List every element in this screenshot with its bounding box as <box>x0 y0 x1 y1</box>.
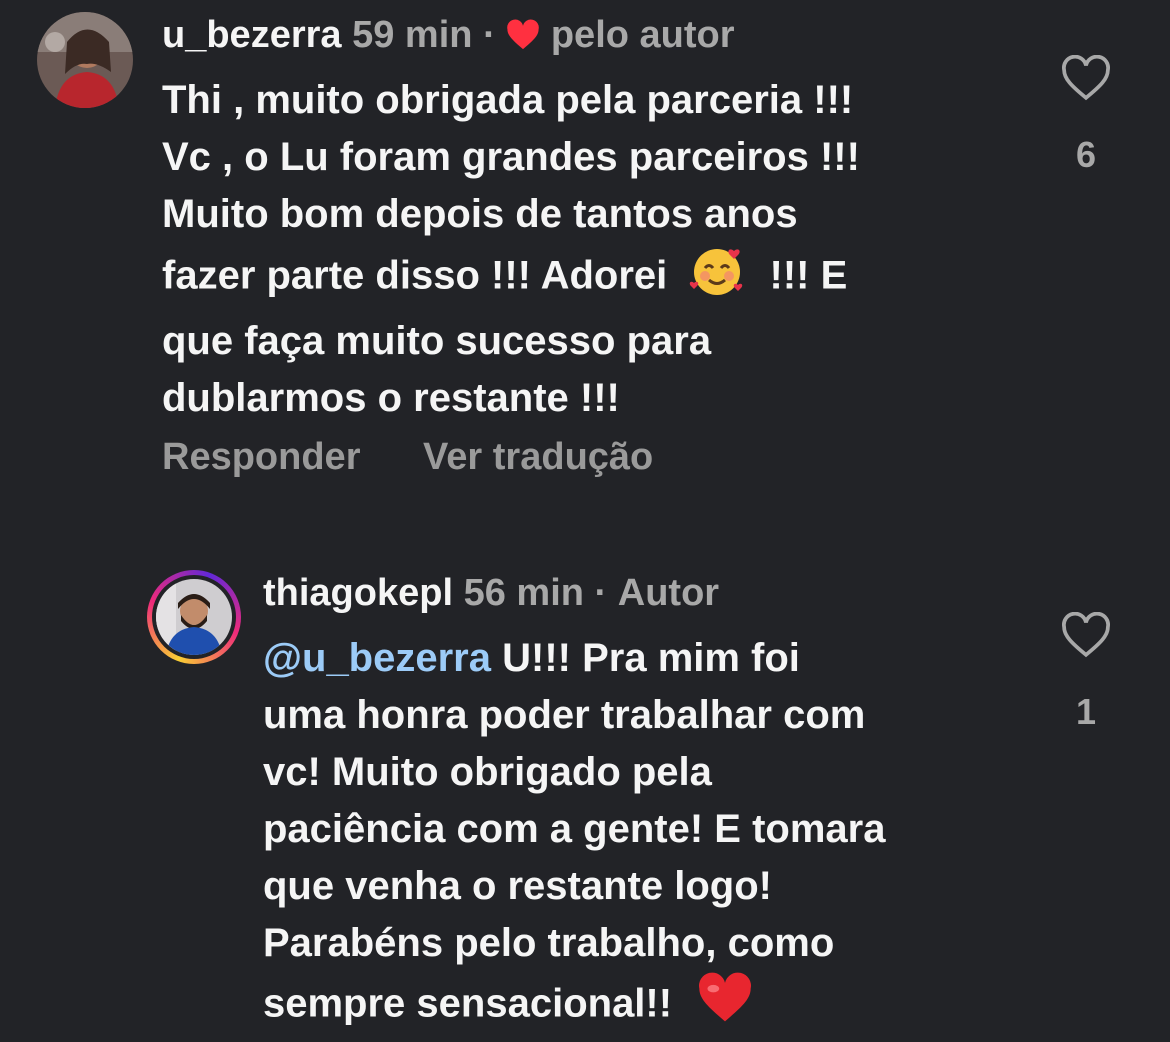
separator: · <box>594 572 608 614</box>
comment-line-with-emoji: sempre sensacional!! <box>263 972 885 1040</box>
comment-line: sempre sensacional!! <box>263 981 673 1026</box>
liked-by-author-label: pelo autor <box>550 14 735 56</box>
comment-line: !!! E <box>769 253 848 298</box>
comment-line: U!!! Pra mim foi <box>502 636 800 680</box>
like-count: 1 <box>1075 691 1097 732</box>
comment-header: thiagokepl 56 min · Autor <box>263 571 719 615</box>
comment-actions: Responder Ver tradução <box>162 436 705 479</box>
translate-button[interactable]: Ver tradução <box>423 436 653 478</box>
comment-body: @u_bezerra U!!! Pra mim foi uma honra po… <box>263 630 885 1040</box>
comment-body: Thi , muito obrigada pela parceria !!! V… <box>162 72 860 427</box>
like-count: 6 <box>1075 134 1097 175</box>
mention-link[interactable]: @u_bezerra <box>263 636 491 680</box>
comment-line: vc! Muito obrigado pela <box>263 750 712 794</box>
separator: · <box>483 14 496 56</box>
like-column: 6 <box>1046 54 1126 176</box>
like-column: 1 <box>1046 611 1126 733</box>
comment-line: que faça muito sucesso para <box>162 319 712 363</box>
comment-line: uma honra poder trabalhar com <box>263 693 866 737</box>
username[interactable]: u_bezerra <box>162 14 342 56</box>
comment-line: que venha o restante logo! <box>263 864 772 908</box>
comment-time: 59 min <box>352 14 473 56</box>
avatar-u-bezerra[interactable] <box>37 12 133 108</box>
comment-line: paciência com a gente! E tomara <box>263 807 886 851</box>
comment-line: dublarmos o restante !!! <box>162 376 620 420</box>
avatar-thiagokepl[interactable] <box>147 570 241 664</box>
heart-icon <box>506 17 540 61</box>
comment-line-with-emoji: fazer parte disso !!! Adorei !!! E <box>162 243 860 313</box>
heart-icon[interactable] <box>1046 611 1126 663</box>
heart-icon[interactable] <box>1046 54 1126 106</box>
comment-line: Thi , muito obrigada pela parceria !!! <box>162 78 854 122</box>
author-badge: Autor <box>617 572 720 614</box>
smiling-face-with-hearts-emoji <box>688 243 746 313</box>
comment-time: 56 min <box>463 572 584 614</box>
comment-line: Vc , o Lu foram grandes parceiros !!! <box>162 135 860 179</box>
comment-header: u_bezerra 59 min · pelo autor <box>162 13 735 61</box>
comment-line: Parabéns pelo trabalho, como <box>263 921 835 965</box>
comment-line: fazer parte disso !!! Adorei <box>162 253 668 298</box>
comment-line-with-mention: @u_bezerra U!!! Pra mim foi <box>263 630 885 687</box>
red-heart-emoji <box>697 972 753 1040</box>
comment-line: Muito bom depois de tantos anos <box>162 192 798 236</box>
reply-button[interactable]: Responder <box>162 436 360 478</box>
username[interactable]: thiagokepl <box>263 572 453 614</box>
